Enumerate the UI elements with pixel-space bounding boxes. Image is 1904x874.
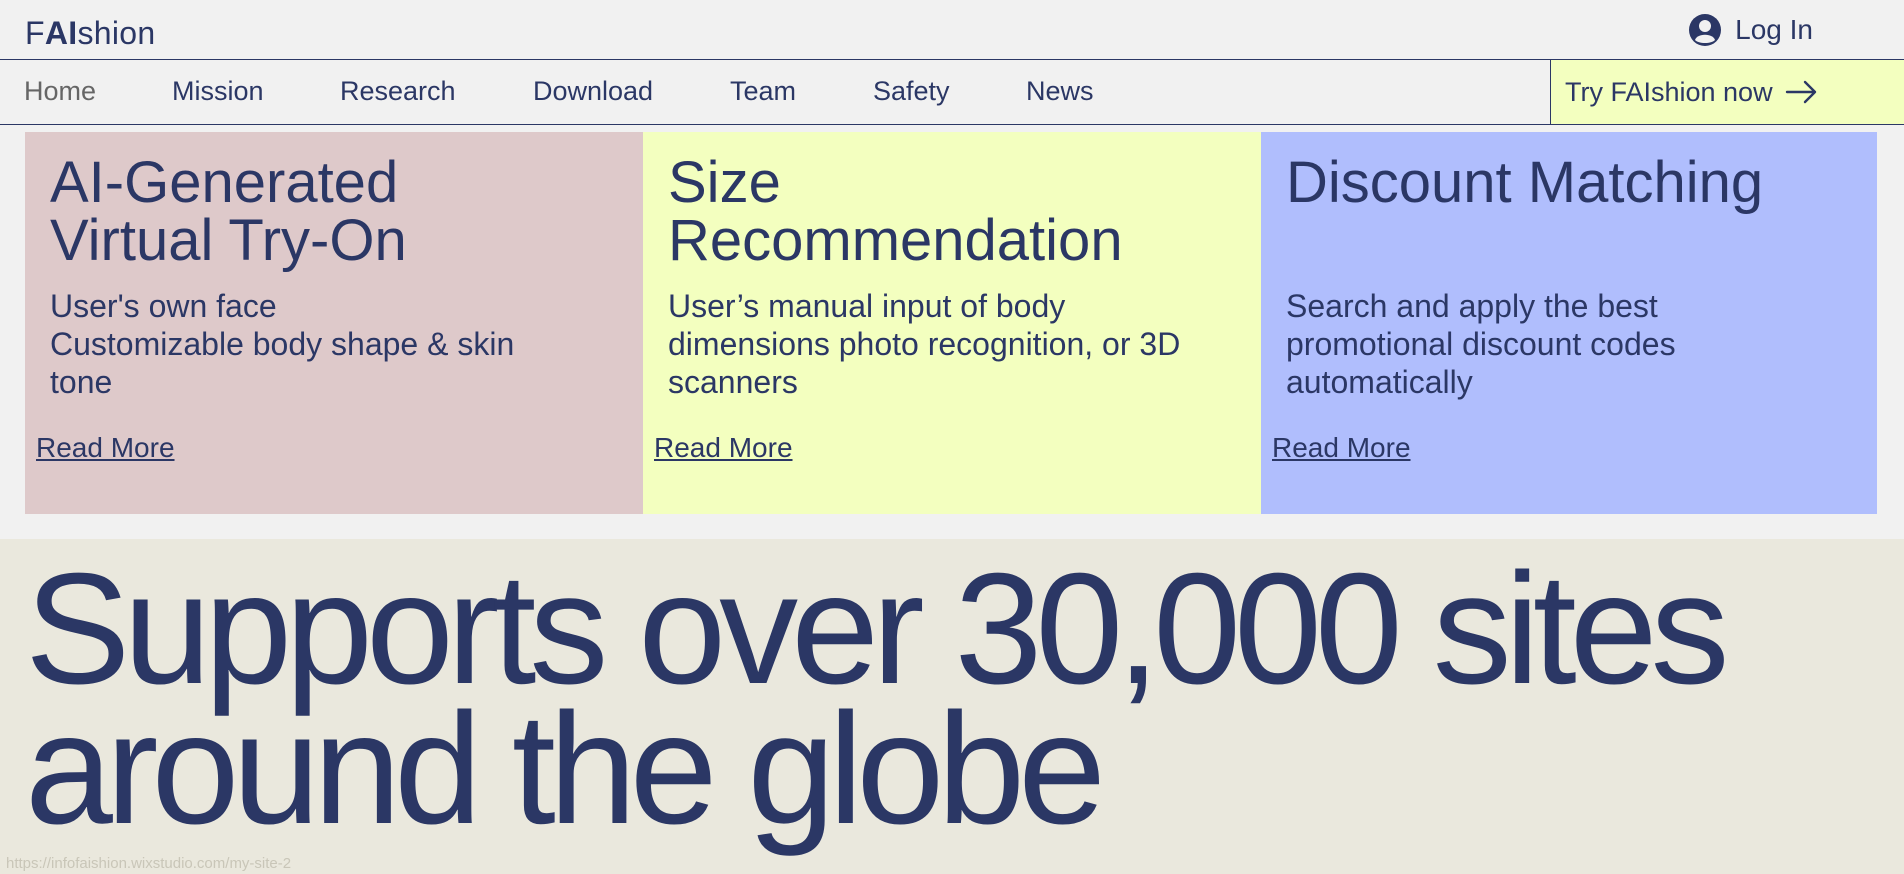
card-description: User’s manual input of body dimensions p… (668, 287, 1228, 401)
card-title-line: Virtual Try-On (50, 208, 407, 273)
card-text-line: scanners (668, 364, 798, 400)
card-description: User's own face Customizable body shape … (50, 287, 610, 401)
try-now-button[interactable]: Try FAIshion now (1550, 60, 1904, 124)
read-more-link[interactable]: Read More (1272, 432, 1411, 464)
try-now-label: Try FAIshion now (1565, 76, 1773, 107)
nav-item-safety[interactable]: Safety (873, 76, 950, 107)
nav-item-download[interactable]: Download (533, 76, 653, 107)
hero-line: around the globe (25, 681, 1106, 857)
card-text-line: dimensions photo recognition, or 3D (668, 326, 1181, 362)
feature-cards: AI-Generated Virtual Try-On User's own f… (25, 132, 1877, 514)
card-text-line: promotional discount codes (1286, 326, 1676, 362)
nav-item-research[interactable]: Research (340, 76, 456, 107)
card-title-line: AI-Generated (50, 150, 399, 215)
read-more-link[interactable]: Read More (36, 432, 175, 464)
card-title-line: Recommendation (668, 208, 1123, 273)
site-logo[interactable]: FAIshion (25, 15, 155, 52)
logo-prefix: F (25, 15, 45, 51)
read-more-link[interactable]: Read More (654, 432, 793, 464)
nav-item-news[interactable]: News (1026, 76, 1094, 107)
card-text-line: automatically (1286, 364, 1473, 400)
hero-section: Supports over 30,000 sites around the gl… (0, 539, 1904, 874)
card-title: AI-Generated Virtual Try-On (50, 154, 610, 270)
hero-line: Supports over 30,000 sites (25, 541, 1730, 717)
card-description: Search and apply the best promotional di… (1286, 287, 1846, 401)
nav-item-team[interactable]: Team (730, 76, 796, 107)
hero-headline: Supports over 30,000 sites around the gl… (25, 541, 1904, 857)
nav-item-mission[interactable]: Mission (172, 76, 264, 107)
feature-card-discount-matching: Discount Matching Search and apply the b… (1261, 132, 1877, 514)
login-label: Log In (1735, 14, 1813, 45)
logo-bold: AI (44, 15, 78, 51)
login-button[interactable]: Log In (1689, 14, 1813, 46)
card-title-line: Size (668, 150, 781, 215)
arrow-right-icon (1785, 80, 1819, 104)
top-header: FAIshion Log In (0, 0, 1904, 60)
nav-item-home[interactable]: Home (24, 76, 96, 107)
card-text-line: Search and apply the best (1286, 288, 1658, 324)
card-text-line: tone (50, 364, 113, 400)
status-bar-url: https://infofaishion.wixstudio.com/my-si… (0, 853, 298, 874)
user-avatar-icon (1689, 14, 1722, 46)
card-title-line: Discount Matching (1286, 150, 1764, 215)
card-text-line: Customizable body shape & skin (50, 326, 515, 362)
card-title: Discount Matching (1286, 154, 1846, 212)
feature-card-size-recommendation: Size Recommendation User’s manual input … (643, 132, 1261, 514)
card-title: Size Recommendation (668, 154, 1228, 270)
feature-card-virtual-try-on: AI-Generated Virtual Try-On User's own f… (25, 132, 643, 514)
card-text-line: User’s manual input of body (668, 288, 1066, 324)
card-text-line: User's own face (50, 288, 277, 324)
logo-suffix: shion (77, 15, 156, 51)
